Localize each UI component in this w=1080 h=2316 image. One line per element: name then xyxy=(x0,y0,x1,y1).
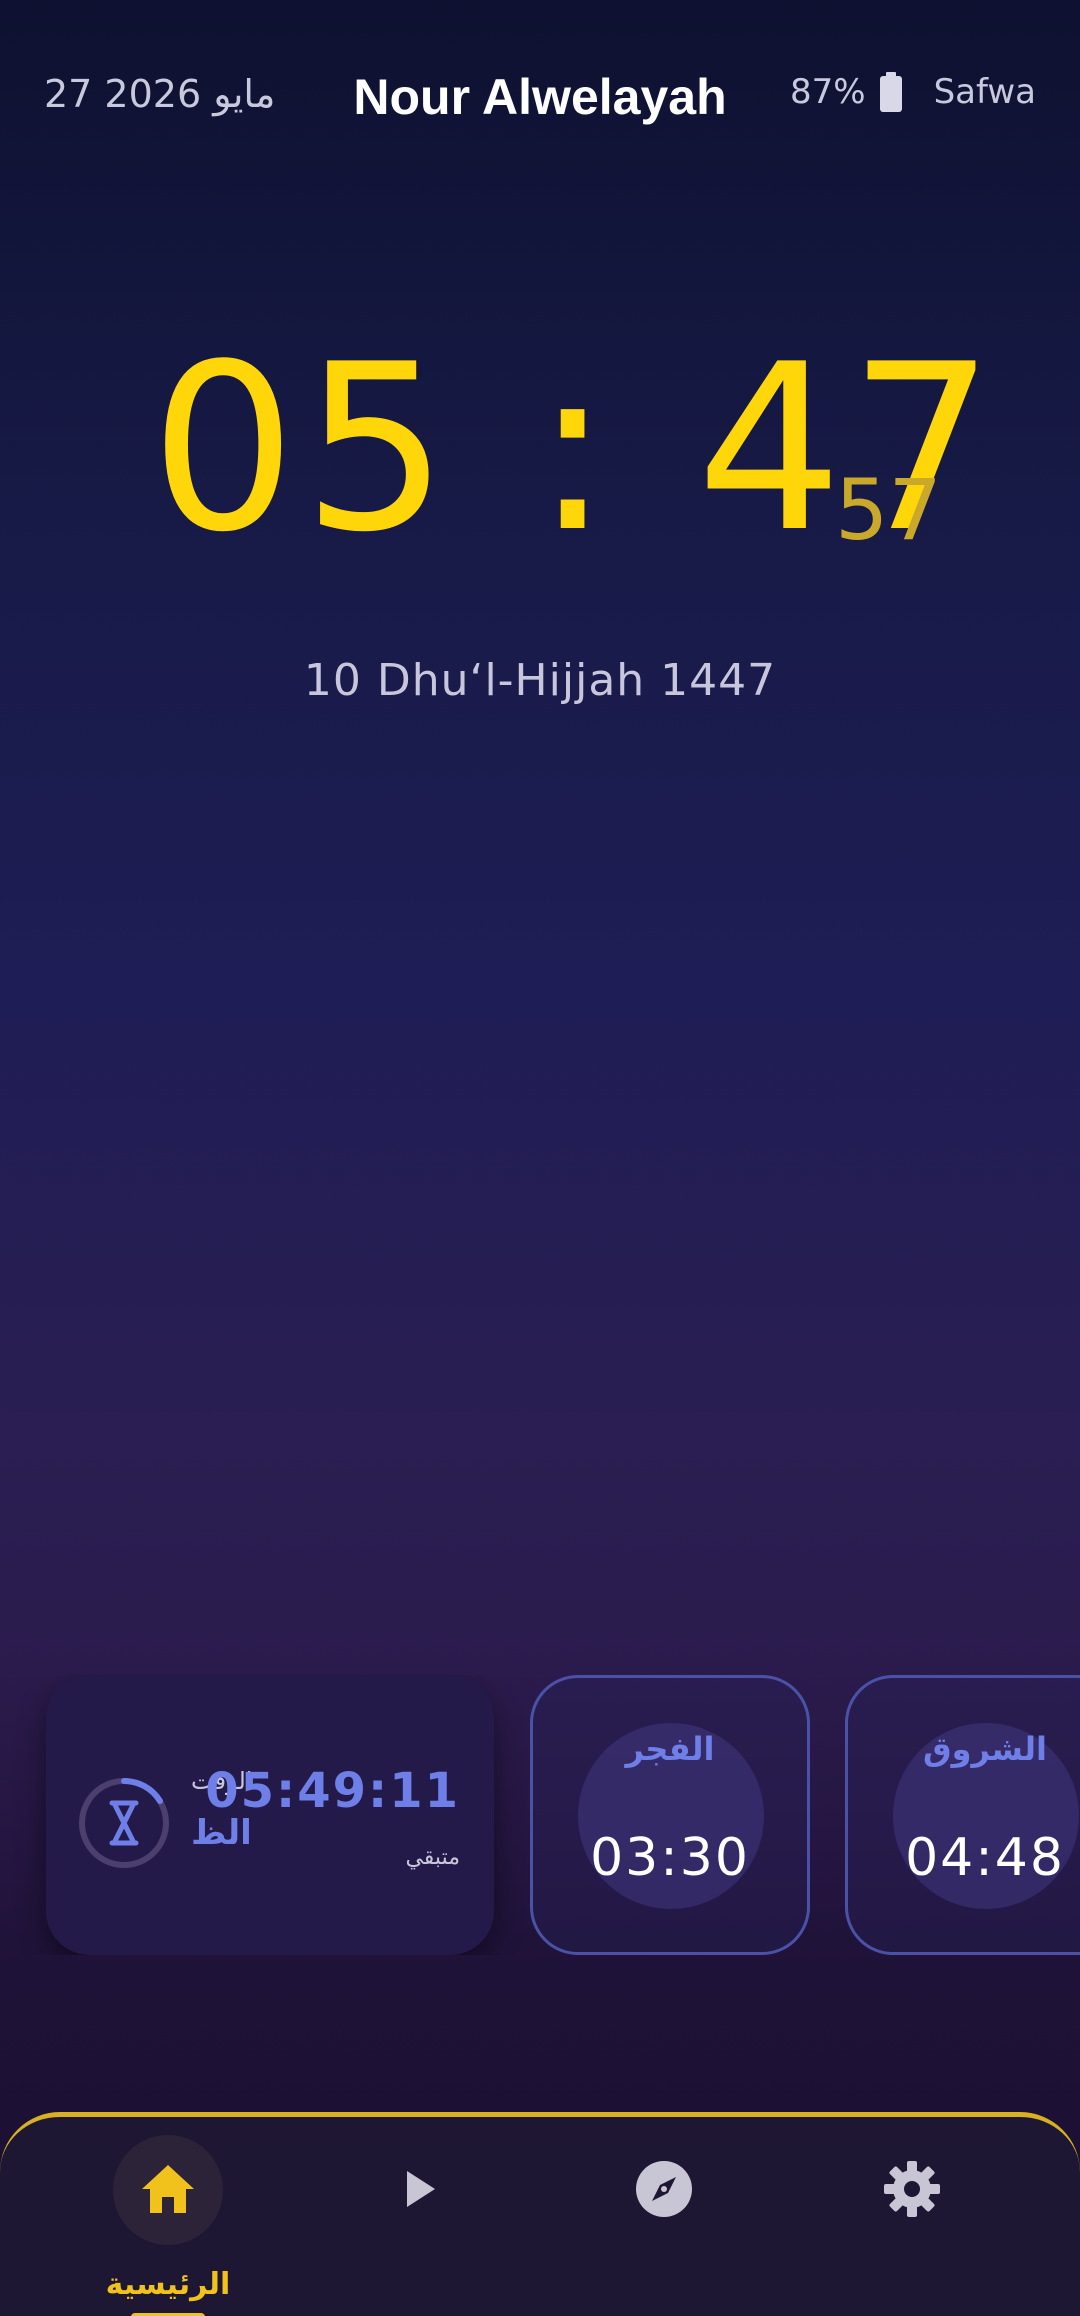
prayer-name: الفجر xyxy=(625,1730,715,1768)
hourglass-icon xyxy=(79,1777,169,1868)
nav-qibla[interactable] xyxy=(589,2117,739,2316)
clock-seconds: 57 xyxy=(835,461,942,559)
next-prayer-countdown-card[interactable]: الوقت 05:49:11 الظ متبقي xyxy=(46,1675,494,1955)
gear-icon xyxy=(884,2161,940,2217)
nav-home[interactable]: الرئيسية xyxy=(93,2117,243,2316)
home-icon xyxy=(142,2165,194,2213)
prayer-cards-row[interactable]: الوقت 05:49:11 الظ متبقي الفجر 03:30 الش… xyxy=(0,1675,1080,1955)
battery-status: 87% Safwa xyxy=(790,72,1036,112)
prayer-card-sunrise[interactable]: الشروق 04:48 xyxy=(845,1675,1080,1955)
prayer-time: 04:48 xyxy=(905,1828,1065,1888)
status-bar: 27 2026 مايو Nour Alwelayah 87% Safwa xyxy=(0,60,1080,140)
countdown-remaining-label: متبقي xyxy=(405,1845,460,1870)
bottom-navigation: الرئيسية xyxy=(0,2112,1080,2316)
prayer-name: الشروق xyxy=(923,1730,1047,1768)
gregorian-date: 27 2026 مايو xyxy=(44,72,276,116)
main-clock: 05 : 47 57 xyxy=(0,320,1080,580)
compass-icon xyxy=(636,2161,692,2217)
battery-icon xyxy=(879,72,902,112)
hijri-date: 10 Dhuʻl-Hijjah 1447 xyxy=(303,655,777,706)
nav-settings[interactable] xyxy=(837,2117,987,2316)
countdown-time: 05:49:11 xyxy=(205,1763,460,1819)
prayer-card-fajr[interactable]: الفجر 03:30 xyxy=(530,1675,810,1955)
prayer-time: 03:30 xyxy=(590,1828,750,1888)
network-name: Safwa xyxy=(933,72,1036,112)
battery-percent: 87% xyxy=(789,72,866,112)
countdown-prayer-name: الظ xyxy=(191,1813,252,1853)
nav-home-label: الرئيسية xyxy=(105,2267,231,2302)
play-icon xyxy=(407,2171,435,2207)
nav-media[interactable] xyxy=(342,2117,492,2316)
